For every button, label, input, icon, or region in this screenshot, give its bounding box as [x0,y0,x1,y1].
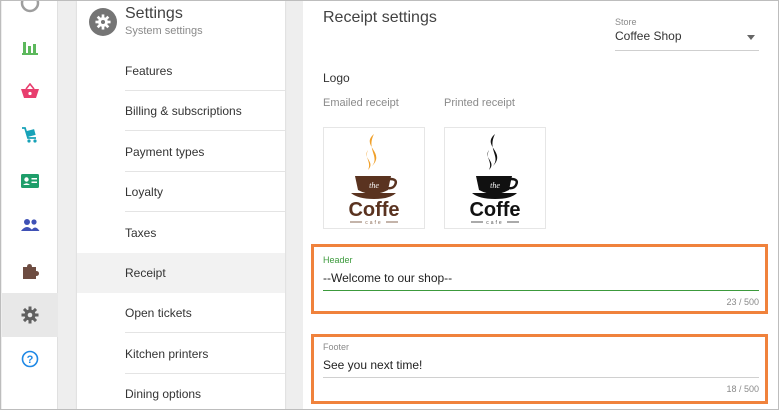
menu-item-label: Taxes [125,226,157,240]
menu-item-label: Receipt [125,266,166,280]
logo-small-text: the [490,181,500,190]
menu-item-receipt[interactable]: Receipt [77,253,285,293]
cart-icon [21,126,39,144]
menu-item-billing[interactable]: Billing & subscriptions [77,91,285,131]
rail-item-items[interactable] [2,113,58,157]
menu-item-label: Dining options [125,387,202,401]
gear-icon [21,306,39,324]
printed-receipt-label: Printed receipt [444,97,515,109]
logo-tag: cafe [486,220,503,226]
logo-tag: cafe [365,220,382,226]
printed-logo-upload[interactable]: the Coffe cafe [444,127,546,229]
store-label: Store [615,17,637,27]
settings-gear-icon [89,8,117,36]
rail-item-top[interactable] [2,1,58,25]
id-card-icon [20,173,40,189]
basket-icon [20,83,40,99]
menu-item-dining-options[interactable]: Dining options [77,374,285,409]
menu-item-label: Billing & subscriptions [125,104,242,118]
submenu-subtitle: System settings [125,25,203,37]
menu-item-features[interactable]: Features [77,51,285,91]
rail-item-reports[interactable] [2,25,58,69]
logo-label: Logo [323,71,350,85]
puzzle-icon [21,262,39,280]
emailed-logo-upload[interactable]: the Coffe cafe [323,127,425,229]
circle-icon [19,1,41,14]
footer-highlight-box [311,334,768,404]
menu-item-label: Payment types [125,145,205,159]
menu-item-label: Open tickets [125,306,192,320]
menu-item-label: Kitchen printers [125,347,209,361]
app-frame: ? Settings System settings Features Bill… [0,0,779,410]
svg-text:?: ? [27,354,34,366]
emailed-receipt-label: Emailed receipt [323,97,399,109]
submenu-title: Settings [125,5,183,22]
rail-item-sales[interactable] [2,69,58,113]
rail-item-integrations[interactable] [2,249,58,293]
dropdown-arrow-icon [747,35,755,40]
menu-item-taxes[interactable]: Taxes [77,213,285,253]
settings-submenu: Settings System settings Features Billin… [77,1,285,409]
header-highlight-box [311,244,768,314]
menu-item-payment-types[interactable]: Payment types [77,132,285,172]
logo-word: Coffe [348,199,399,221]
coffee-logo-color: the Coffe cafe [348,134,400,226]
store-select[interactable]: Coffee Shop [615,29,759,51]
rail-item-employees[interactable] [2,203,58,247]
submenu-header: Settings System settings [77,1,285,51]
nav-rail: ? [2,1,58,409]
coffee-logo-black: the Coffe cafe [469,134,521,226]
menu-item-open-tickets[interactable]: Open tickets [77,293,285,333]
rail-item-settings[interactable] [2,293,58,337]
rail-item-customers[interactable] [2,159,58,203]
bar-chart-icon [21,39,39,55]
menu-item-label: Features [125,64,173,78]
people-icon [20,218,40,232]
store-value: Coffee Shop [615,29,682,43]
logo-small-text: the [369,181,379,190]
rail-item-help[interactable]: ? [2,337,58,381]
menu-item-kitchen-printers[interactable]: Kitchen printers [77,334,285,374]
help-icon: ? [21,350,39,368]
menu-item-label: Loyalty [125,185,164,199]
logo-word: Coffe [469,199,520,221]
menu-item-loyalty[interactable]: Loyalty [77,172,285,212]
page-title: Receipt settings [323,9,437,26]
